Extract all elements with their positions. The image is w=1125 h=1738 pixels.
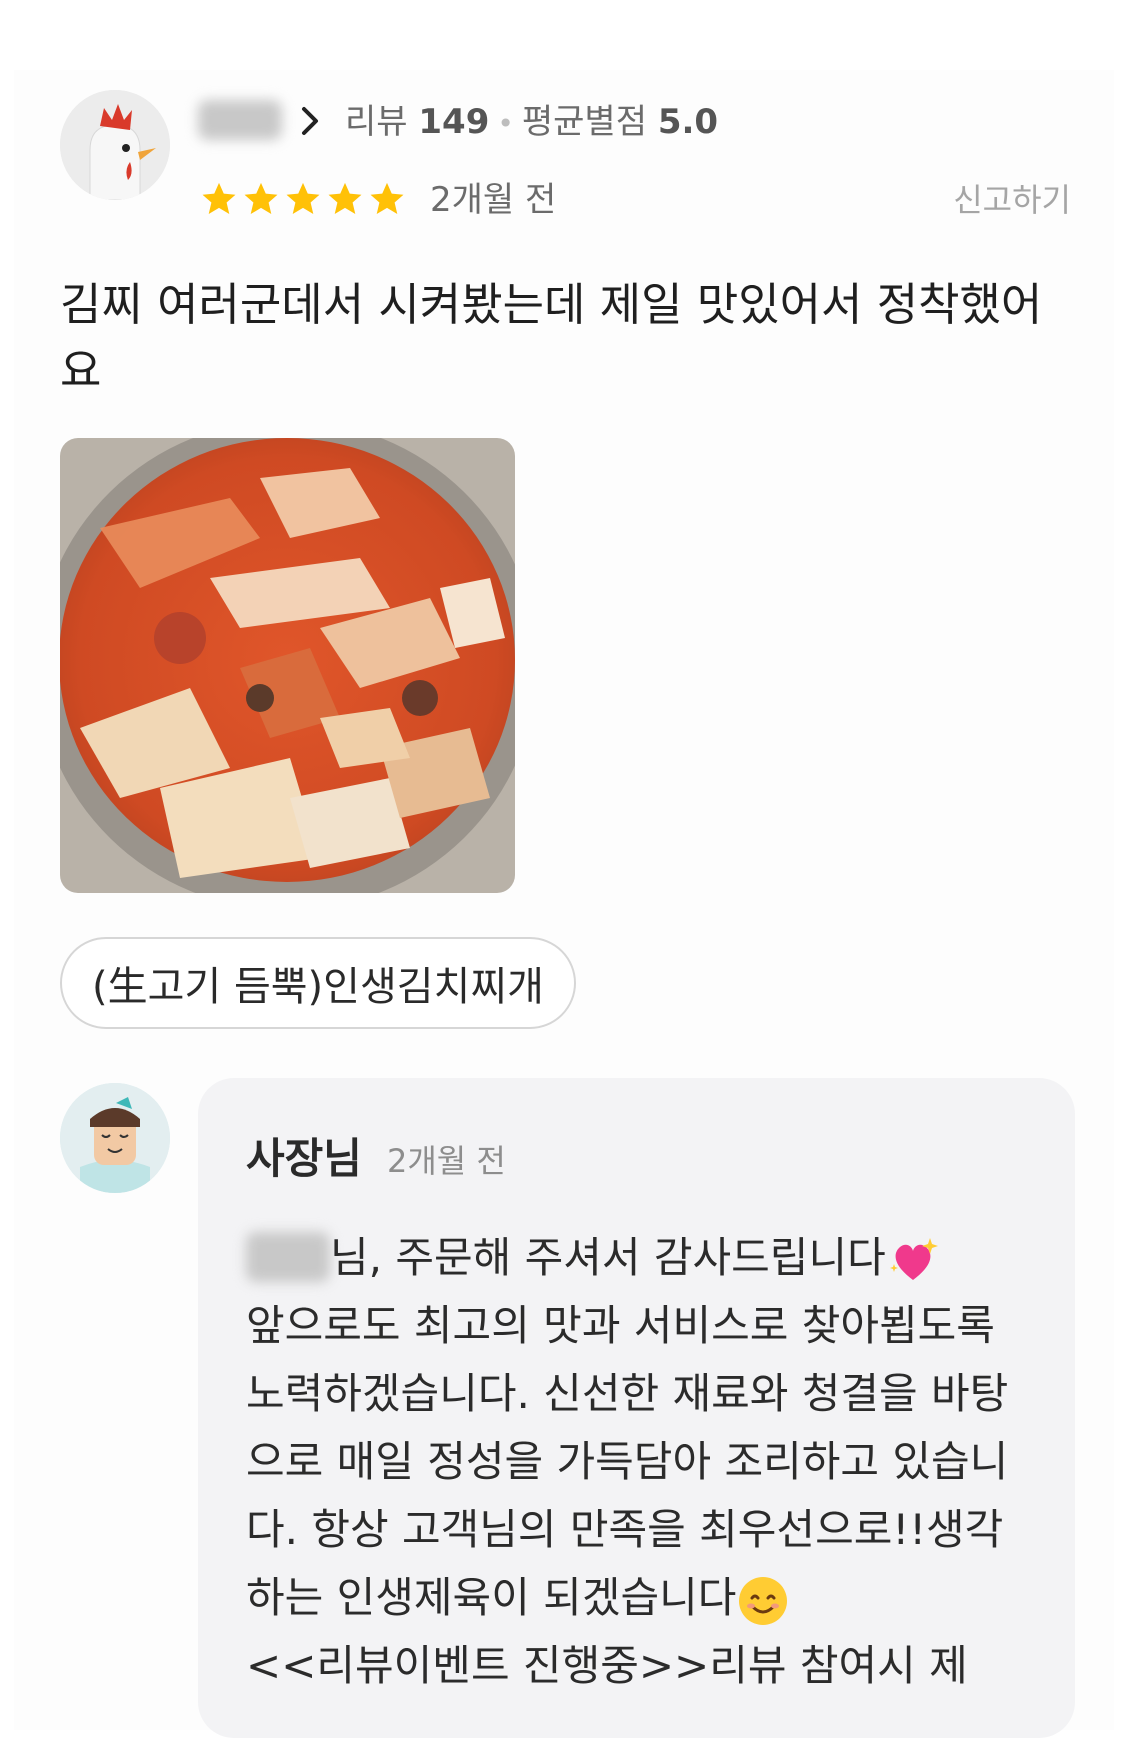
smiling-face-icon	[739, 1576, 788, 1625]
rating-stars	[200, 180, 406, 218]
review-count: 149	[418, 102, 490, 142]
owner-avatar	[60, 1083, 170, 1193]
reviewer-stats: 리뷰 149 • 평균별점 5.0	[345, 98, 718, 148]
kimchi-stew-photo	[60, 438, 515, 893]
reply-line1: 님, 주문해 주셔서 감사드립니다	[330, 1233, 886, 1282]
review-text: 김찌 여러군데서 시켜봤는데 제일 맛있어서 정착했어요	[60, 278, 1043, 397]
sparkling-heart-icon	[889, 1237, 938, 1280]
star-icon	[244, 182, 278, 215]
review-count-label: 리뷰	[345, 102, 408, 142]
chicken-avatar-icon	[60, 90, 170, 200]
avg-score: 5.0	[657, 102, 719, 142]
report-button[interactable]: 신고하기	[953, 178, 1071, 222]
reply-line3: <<리뷰이벤트 진행중>>리뷰 참여시 제	[246, 1641, 968, 1690]
owner-name: 사장님	[246, 1134, 362, 1183]
reply-line2: 앞으로도 최고의 맛과 서비스로 찾아뵙도록 노력하겠습니다. 신선한 재료와 …	[246, 1301, 1009, 1622]
chevron-right-icon[interactable]	[296, 103, 324, 139]
reviewer-name-blurred[interactable]	[198, 100, 282, 140]
separator-dot: •	[497, 107, 514, 140]
owner-reply-text: 님, 주문해 주셔서 감사드립니다 앞으로도 최고의 맛과 서비스로 찾아뵙도록…	[246, 1224, 1036, 1700]
star-icon	[370, 182, 404, 215]
star-icon	[328, 182, 362, 215]
avg-score-label: 평균별점	[521, 102, 647, 142]
owner-avatar-icon	[60, 1083, 170, 1193]
review-photo[interactable]	[60, 438, 515, 893]
star-icon	[202, 182, 236, 215]
review-time: 2개월 전	[430, 180, 557, 220]
star-icon	[286, 182, 320, 215]
menu-item-chip[interactable]: (生고기 듬뿍)인생김치찌개	[60, 937, 576, 1029]
reviewer-avatar[interactable]	[60, 90, 170, 200]
owner-reply-time: 2개월 전	[387, 1142, 506, 1180]
